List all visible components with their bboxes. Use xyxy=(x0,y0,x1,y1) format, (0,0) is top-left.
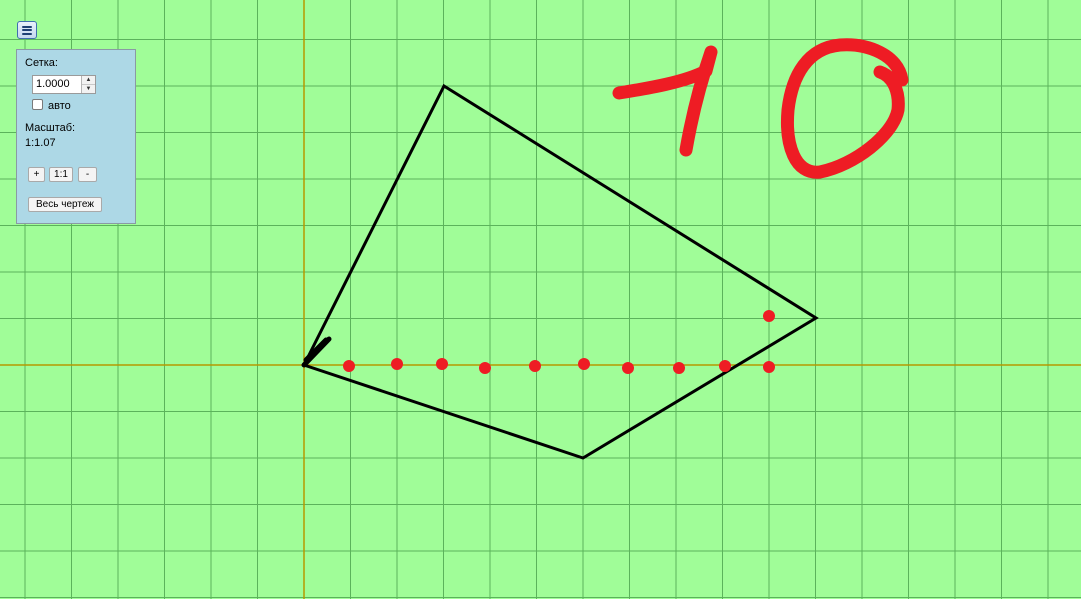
zoom-in-button[interactable]: + xyxy=(28,167,45,182)
handwritten-ten xyxy=(612,38,909,179)
red-dot xyxy=(436,358,448,370)
red-dot xyxy=(479,362,491,374)
scale-value: 1:1.07 xyxy=(25,137,56,149)
spin-down-icon[interactable]: ▼ xyxy=(82,84,95,93)
handwritten-zero-stroke xyxy=(780,38,909,179)
hamburger-menu-icon xyxy=(22,25,32,35)
red-dot xyxy=(673,362,685,374)
red-dot xyxy=(578,358,590,370)
auto-label: авто xyxy=(48,100,71,112)
grid-label: Сетка: xyxy=(25,57,58,69)
menu-button[interactable] xyxy=(17,21,37,39)
red-dot xyxy=(719,360,731,372)
red-dot xyxy=(763,361,775,373)
grid-step-spinbox[interactable]: 1.0000 ▲ ▼ xyxy=(32,75,96,94)
zoom-reset-button[interactable]: 1:1 xyxy=(49,167,73,182)
red-dot xyxy=(529,360,541,372)
drawing-canvas[interactable] xyxy=(0,0,1081,599)
scale-label: Масштаб: xyxy=(25,122,76,134)
red-dot xyxy=(343,360,355,372)
red-dot xyxy=(763,310,775,322)
red-dot xyxy=(622,362,634,374)
spin-arrows[interactable]: ▲ ▼ xyxy=(81,76,95,93)
zoom-out-button[interactable]: - xyxy=(78,167,97,182)
grid-lines xyxy=(0,0,1081,599)
fit-drawing-button[interactable]: Весь чертеж xyxy=(28,197,102,212)
red-dot xyxy=(391,358,403,370)
grid-step-value: 1.0000 xyxy=(36,78,70,90)
spin-up-icon[interactable]: ▲ xyxy=(82,76,95,84)
auto-checkbox[interactable] xyxy=(32,99,43,110)
handwritten-one-stroke xyxy=(612,45,718,157)
grid-settings-panel: Сетка: 1.0000 ▲ ▼ авто Масштаб: 1:1.07 +… xyxy=(16,49,136,224)
